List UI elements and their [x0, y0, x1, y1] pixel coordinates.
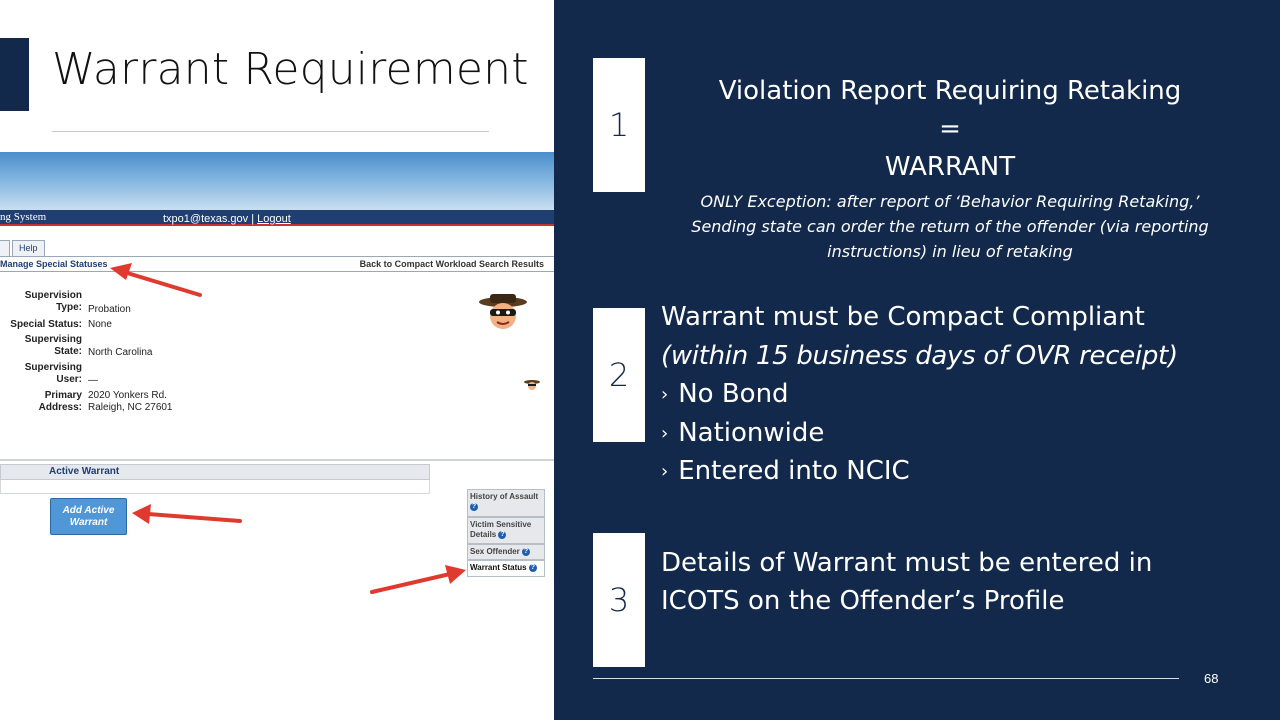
field-label-primary-address: Primary Address:: [0, 390, 82, 414]
chevron-right-icon: ›: [661, 423, 669, 444]
user-login-info: txpo1@texas.gov | Logout: [163, 213, 291, 225]
side-item-label: Sex Offender: [470, 547, 520, 556]
add-button-line: Warrant: [69, 517, 108, 528]
masked-bandit-small-icon: [524, 380, 540, 390]
bullet-text: Nationwide: [678, 418, 825, 448]
field-label-supervision-type: Supervision Type:: [0, 290, 82, 314]
side-item-label: Victim Sensitive: [470, 520, 532, 529]
address-line: 2020 Yonkers Rd.: [88, 390, 167, 401]
user-separator: |: [248, 213, 258, 225]
point-2-subheading: (within 15 business days of OVR receipt): [661, 341, 1178, 371]
field-label-line: Primary: [44, 390, 82, 401]
side-item-sex-offender[interactable]: Sex Offender ?: [467, 544, 545, 560]
help-icon[interactable]: ?: [522, 547, 531, 556]
bullet-text: Entered into NCIC: [678, 456, 910, 486]
point-number-1: 1: [593, 58, 645, 192]
field-label-line: Supervision: [24, 290, 82, 301]
title-accent-bar: [0, 38, 29, 111]
key-points-panel: 1 Violation Report Requiring Retaking = …: [554, 0, 1280, 720]
field-value-supervising-state: North Carolina: [88, 347, 153, 358]
footer-divider: [593, 678, 1179, 679]
field-label-line: Supervising: [24, 362, 82, 373]
active-warrant-header: Active Warrant: [0, 464, 430, 480]
user-email: txpo1@texas.gov: [163, 213, 249, 225]
note-line: Sending state can order the return of th…: [691, 217, 1209, 236]
red-arrow-icon: [132, 504, 242, 524]
add-button-line: Add Active: [62, 505, 115, 516]
point-2-bullet: › Entered into NCIC: [661, 456, 910, 486]
bullet-text: No Bond: [678, 379, 789, 409]
point-3-line: Details of Warrant must be entered in: [661, 548, 1153, 578]
back-to-results-link[interactable]: Back to Compact Workload Search Results: [360, 259, 544, 269]
field-label-special-status: Special Status:: [10, 319, 82, 330]
side-item-warrant-status[interactable]: Warrant Status ?: [467, 560, 545, 577]
red-arrow-icon: [370, 565, 466, 594]
point-1-heading: Violation Report Requiring Retaking: [718, 76, 1182, 106]
system-name: ng System: [0, 211, 47, 223]
side-item-label: Warrant Status: [470, 563, 527, 572]
tab-help[interactable]: Help: [12, 240, 45, 256]
side-item-label: History of Assault: [470, 492, 539, 501]
active-warrant-title: Active Warrant: [49, 466, 120, 477]
side-item-label: Details: [470, 530, 497, 539]
field-label-line: Type:: [56, 302, 82, 313]
title-divider: [52, 131, 489, 132]
point-1-exception-note: ONLY Exception: after report of ‘Behavio…: [661, 189, 1239, 264]
chevron-right-icon: ›: [661, 461, 669, 482]
field-label-line: Supervising: [24, 334, 82, 345]
slide-title: Warrant Requirement: [52, 44, 529, 95]
screenshot-banner: [0, 152, 554, 210]
field-value-supervision-type: Probation: [88, 304, 131, 315]
point-number-2: 2: [593, 308, 645, 442]
side-item-victim-sensitive[interactable]: Victim Sensitive Details ?: [467, 517, 545, 544]
logout-link[interactable]: Logout: [257, 213, 291, 225]
help-icon[interactable]: ?: [470, 502, 478, 511]
field-value-supervising-user: —: [88, 375, 98, 386]
field-value-special-status: None: [88, 319, 112, 330]
point-1-warrant: WARRANT: [884, 152, 1016, 182]
note-line: instructions) in lieu of retaking: [827, 242, 1073, 261]
side-item-history-of-assault[interactable]: History of Assault ?: [467, 489, 545, 517]
field-label-supervising-user: Supervising User:: [0, 362, 82, 386]
page-number: 68: [1204, 671, 1219, 686]
point-2-bullet: › Nationwide: [661, 418, 824, 448]
masked-bandit-avatar-icon: [479, 294, 527, 329]
side-item-label-line2: Details ?: [470, 530, 542, 540]
field-label-line: Address:: [38, 402, 82, 413]
chevron-right-icon: ›: [661, 384, 669, 405]
help-icon[interactable]: ?: [528, 563, 537, 572]
point-2-bullet: › No Bond: [661, 379, 789, 409]
field-value-primary-address: 2020 Yonkers Rd. Raleigh, NC 27601: [88, 390, 173, 414]
add-active-warrant-button[interactable]: Add Active Warrant: [50, 498, 127, 535]
warrant-section-divider: [0, 459, 554, 461]
icots-screenshot: ng System txpo1@texas.gov | Logout Help …: [0, 152, 554, 600]
point-3-line: ICOTS on the Offender’s Profile: [661, 586, 1065, 616]
screenshot-subbar: Manage Special Statuses Back to Compact …: [0, 256, 554, 272]
manage-special-statuses-link[interactable]: Manage Special Statuses: [0, 259, 108, 269]
point-number-3: 3: [593, 533, 645, 667]
active-warrant-empty-row: [0, 480, 430, 494]
field-label-line: User:: [56, 374, 82, 385]
field-label-supervising-state: Supervising State:: [0, 334, 82, 358]
point-2-heading: Warrant must be Compact Compliant: [661, 302, 1145, 332]
point-1-equals: =: [939, 114, 961, 144]
address-line: Raleigh, NC 27601: [88, 402, 173, 413]
tab-previous[interactable]: [0, 240, 10, 256]
help-icon[interactable]: ?: [498, 530, 507, 539]
note-line: ONLY Exception: after report of ‘Behavio…: [700, 192, 1200, 211]
field-label-line: State:: [54, 346, 82, 357]
